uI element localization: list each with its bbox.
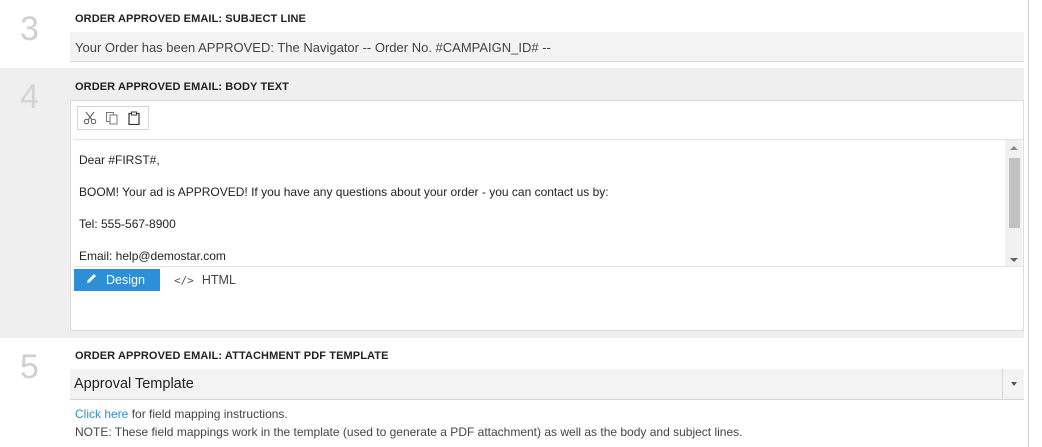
- editor-content-area[interactable]: Dear #FIRST#, BOOM! Your ad is APPROVED!…: [74, 139, 1022, 267]
- dropdown-toggle[interactable]: [1002, 369, 1024, 400]
- scroll-down-arrow-icon[interactable]: [1010, 258, 1018, 262]
- body-line: BOOM! Your ad is APPROVED! If you have a…: [79, 185, 609, 199]
- body-text-section: 4 ORDER APPROVED EMAIL: BODY TEXT Dear #…: [0, 68, 1024, 338]
- step-number: 3: [20, 10, 39, 48]
- subject-line-input[interactable]: Your Order has been APPROVED: The Naviga…: [70, 32, 1024, 62]
- copy-icon[interactable]: [104, 110, 120, 126]
- field-mapping-note-text: for field mapping instructions.: [128, 407, 288, 421]
- pdf-template-select[interactable]: Approval Template: [70, 369, 1024, 400]
- field-mapping-disclaimer: NOTE: These field mappings work in the t…: [75, 425, 743, 439]
- rich-text-editor: Dear #FIRST#, BOOM! Your ad is APPROVED!…: [70, 100, 1024, 331]
- html-mode-button[interactable]: </> HTML: [174, 273, 236, 287]
- field-mapping-note: Click here for field mapping instruction…: [75, 407, 288, 421]
- pdf-template-selected-value: Approval Template: [74, 376, 194, 392]
- email-settings-page: 3 ORDER APPROVED EMAIL: SUBJECT LINE You…: [0, 0, 1042, 447]
- subject-line-label: ORDER APPROVED EMAIL: SUBJECT LINE: [75, 13, 306, 25]
- design-mode-label: Design: [106, 273, 145, 287]
- code-icon: </>: [174, 273, 194, 287]
- email-body-text: Dear #FIRST#, BOOM! Your ad is APPROVED!…: [79, 152, 609, 266]
- body-line: Dear #FIRST#,: [79, 153, 160, 167]
- chevron-down-icon: [1011, 382, 1017, 386]
- cut-icon[interactable]: [82, 110, 98, 126]
- scroll-up-arrow-icon[interactable]: [1010, 146, 1018, 150]
- editor-mode-bar: Design </> HTML: [74, 269, 236, 291]
- pencil-icon: [85, 272, 98, 288]
- scrollbar-thumb[interactable]: [1009, 158, 1020, 228]
- subject-line-section: 3 ORDER APPROVED EMAIL: SUBJECT LINE You…: [0, 0, 1024, 66]
- step-number: 4: [20, 78, 39, 116]
- html-mode-label: HTML: [201, 273, 236, 287]
- design-mode-button[interactable]: Design: [74, 269, 160, 291]
- body-line: Tel: 555-567-8900: [79, 217, 176, 231]
- editor-toolbar: [77, 106, 149, 130]
- field-mapping-link[interactable]: Click here: [75, 407, 128, 421]
- attachment-template-label: ORDER APPROVED EMAIL: ATTACHMENT PDF TEM…: [75, 350, 389, 362]
- step-number: 5: [20, 348, 39, 386]
- body-line: Email: help@demostar.com: [79, 249, 226, 263]
- page-right-border: [1028, 0, 1029, 447]
- attachment-template-section: 5 ORDER APPROVED EMAIL: ATTACHMENT PDF T…: [0, 338, 1024, 447]
- editor-scrollbar[interactable]: [1005, 140, 1022, 266]
- body-text-label: ORDER APPROVED EMAIL: BODY TEXT: [75, 81, 289, 93]
- paste-icon[interactable]: [126, 110, 142, 126]
